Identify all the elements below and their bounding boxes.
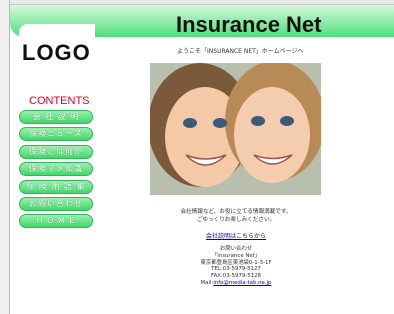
contact-address: 東京都豊島区東池袋0-1-3-1F xyxy=(200,259,272,266)
children-photo-image xyxy=(150,63,321,195)
mail-label: Mail: xyxy=(200,279,214,286)
hero-photo xyxy=(150,63,321,195)
browser-frame-left xyxy=(0,0,10,314)
nav-about-insurance-button[interactable]: 保険とは何か xyxy=(19,144,93,159)
nav-glossary-button[interactable]: 保 険 用 語 集 xyxy=(19,179,93,194)
nav-contact-button[interactable]: お問い合わせ xyxy=(19,196,93,211)
contact-block: お問い合わせ 「Insurance Net」 東京都豊島区東池袋0-1-3-1F… xyxy=(171,246,301,287)
mail-link[interactable]: info@media-tab.ne.jp xyxy=(213,280,271,286)
info-line-2: ごゆっくりお楽しみください。 xyxy=(196,217,276,223)
info-line-1: 会社情報など、お役に立てる情報満載です。 xyxy=(180,209,292,215)
site-title: Insurance Net xyxy=(176,12,322,37)
contact-tel: TEL:03-5979-5127 xyxy=(211,266,261,273)
nav-trivia-button[interactable]: 保険マメ知識 xyxy=(19,162,93,177)
contact-company: 「Insurance Net」 xyxy=(211,252,261,259)
contents-label: CONTENTS xyxy=(29,95,90,107)
nav-news-button[interactable]: 保険ニュース xyxy=(19,127,93,142)
contact-mail-line: Mail:info@media-tab.ne.jp xyxy=(171,280,301,287)
logo: LOGO xyxy=(22,40,91,65)
info-text: 会社情報など、お役に立てる情報満載です。 ごゆっくりお楽しみください。 xyxy=(171,208,301,224)
nav-company-button[interactable]: 会 社 説 明 xyxy=(19,110,93,124)
nav-home-button[interactable]: H O M E xyxy=(19,214,93,229)
company-info-link[interactable]: 会社説明はこちらから xyxy=(176,231,296,240)
welcome-text: ようこそ「INSURANCE NET」ホームページへ xyxy=(177,48,304,55)
contact-fax: FAX:03-5979-5128 xyxy=(211,273,261,280)
contact-heading: お問い合わせ xyxy=(219,246,253,252)
sidebar-nav: 会 社 説 明 保険ニュース 保険とは何か 保険マメ知識 保 険 用 語 集 お… xyxy=(19,110,93,232)
